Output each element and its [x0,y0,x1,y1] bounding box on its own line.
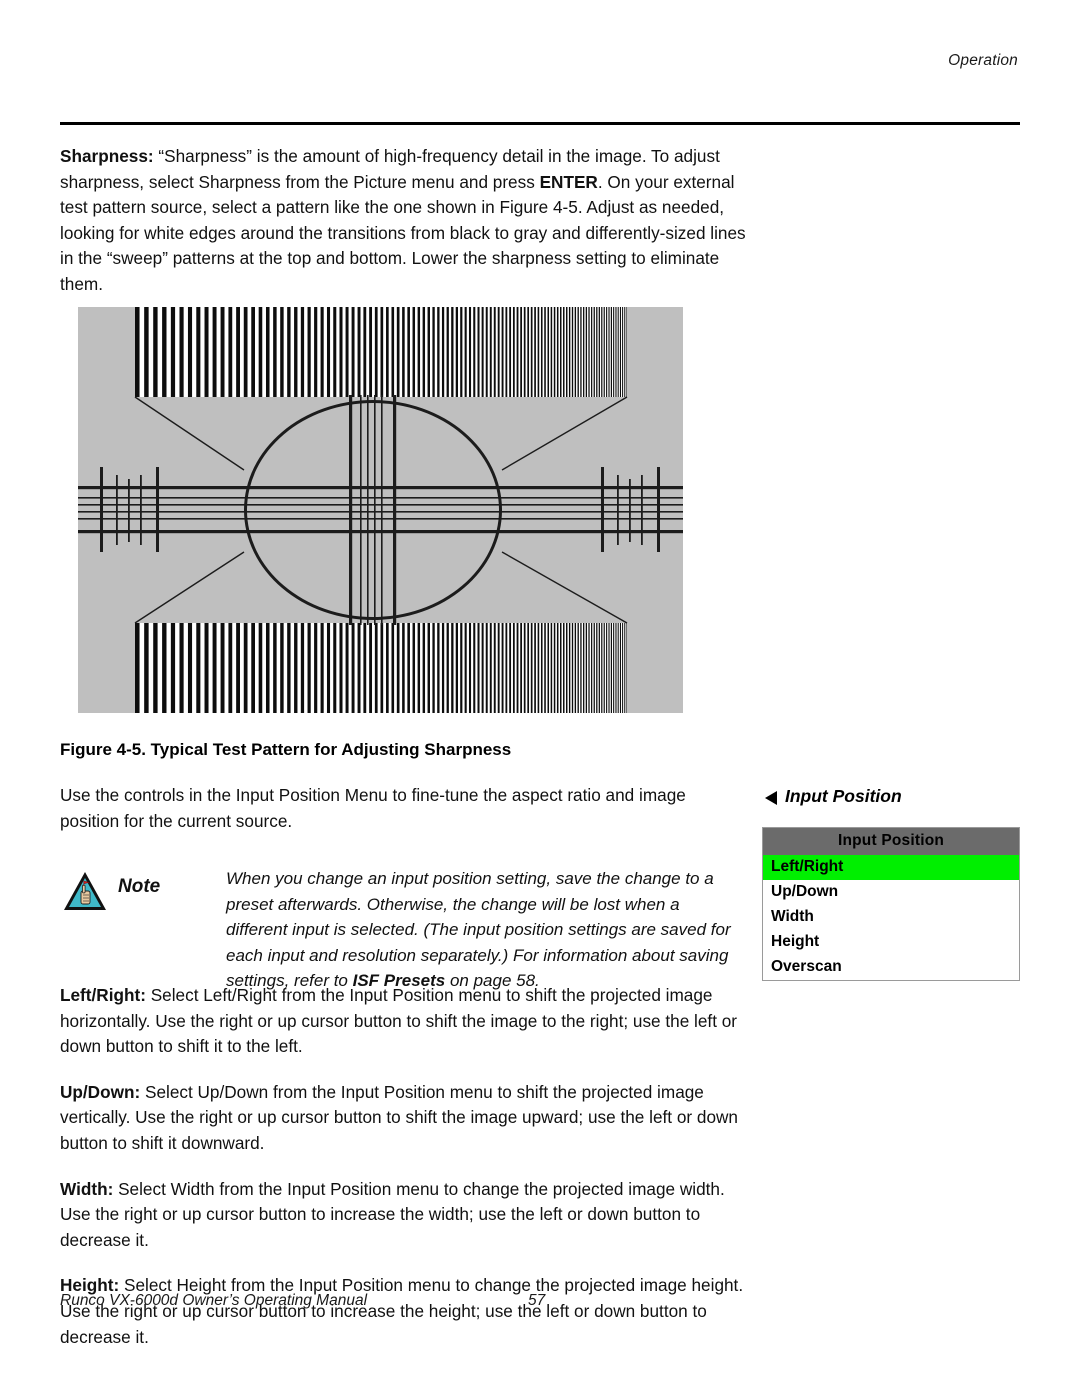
sidebar-heading-label: Input Position [785,786,902,806]
sharpness-term: Sharpness: [60,146,154,166]
term-width: Width: [60,1178,114,1199]
description-paragraph-left-right: Left/Right: Select Left/Right from the I… [60,983,760,1060]
description-paragraph-up-down: Up/Down: Select Up/Down from the Input P… [60,1080,760,1157]
header-rule [60,122,1020,125]
footer-manual-title: Runco VX-6000d Owner’s Operating Manual [60,1292,368,1309]
osd-menu-title: Input Position [763,828,1019,855]
body-left-right: Select Left/Right from the Input Positio… [60,985,738,1057]
note-label: Note [118,876,161,897]
footer-page-number: 57 [528,1292,546,1309]
osd-item-left-right[interactable]: Left/Right [763,855,1019,880]
note-triangle-hand-icon [64,872,106,910]
test-pattern-lines [78,395,683,625]
intro-text-block: Sharpness: “Sharpness” is the amount of … [60,144,750,298]
osd-item-up-down[interactable]: Up/Down [763,880,1019,905]
osd-item-height[interactable]: Height [763,930,1019,955]
body-height: Select Height from the Input Position me… [60,1275,744,1347]
running-header: Operation [948,52,1018,69]
sharpness-paragraph: Sharpness: “Sharpness” is the amount of … [60,144,750,298]
enter-key-label: ENTER [539,171,598,192]
osd-input-position-menu[interactable]: Input Position Left/Right Up/Down Width … [762,827,1020,981]
description-paragraph-width: Width: Select Width from the Input Posit… [60,1177,760,1254]
osd-item-overscan[interactable]: Overscan [763,955,1019,980]
body-up-down: Select Up/Down from the Input Position m… [60,1081,738,1153]
note-text: When you change an input position settin… [226,866,731,994]
term-left-right: Left/Right: [60,985,146,1005]
term-up-down: Up/Down: [60,1081,141,1102]
test-pattern-image [78,307,683,713]
triangle-left-icon [765,790,777,805]
body-width: Select Width from the Input Position men… [60,1178,725,1250]
sidebar-heading-input-position: Input Position [765,786,902,807]
test-pattern-figure [78,307,683,713]
input-position-intro: Use the controls in the Input Position M… [60,785,686,831]
osd-item-width[interactable]: Width [763,905,1019,930]
figure-caption: Figure 4-5. Typical Test Pattern for Adj… [60,740,512,759]
description-paragraph-height: Height: Select Height from the Input Pos… [60,1273,760,1350]
